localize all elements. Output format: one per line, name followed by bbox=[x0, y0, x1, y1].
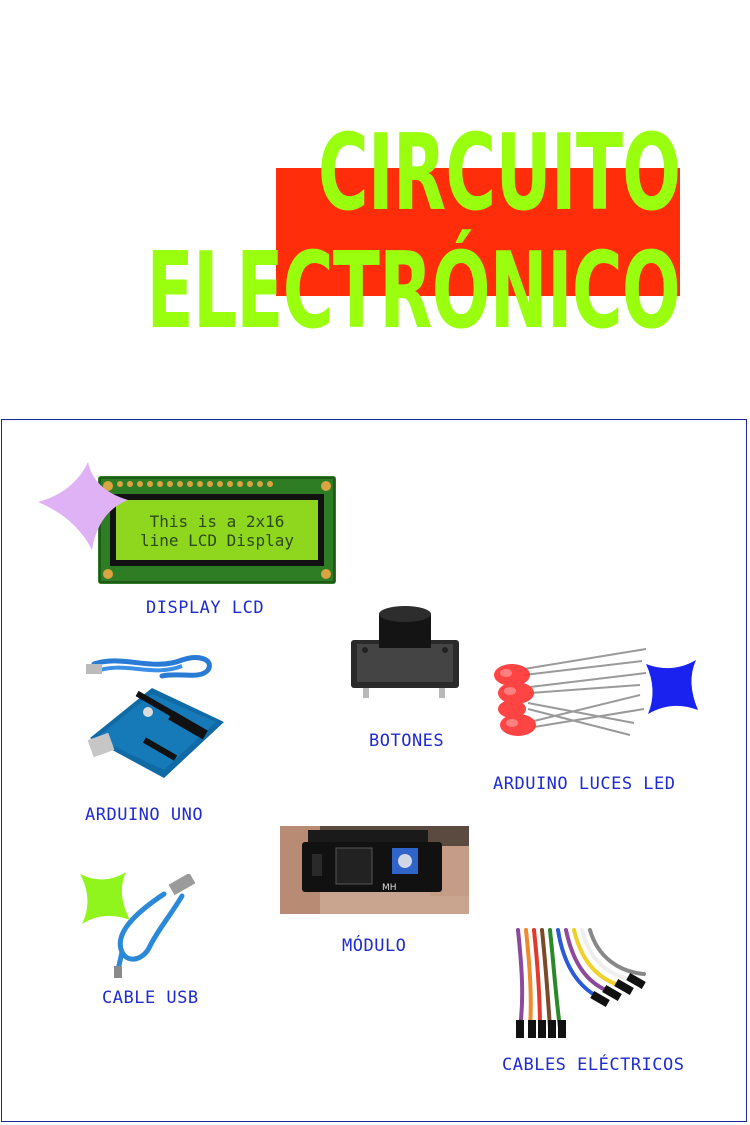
label-botones: BOTONES bbox=[369, 731, 445, 751]
arduino-uno-image bbox=[82, 650, 227, 782]
push-button-image bbox=[349, 606, 461, 702]
label-cables-electricos: CABLES ELÉCTRICOS bbox=[502, 1055, 685, 1075]
jumper-wires-image bbox=[510, 928, 650, 1040]
title-block: CIRCUITO ELECTRÓNICO bbox=[0, 0, 750, 400]
lcd-screen-line-2: line LCD Display bbox=[139, 531, 295, 550]
label-arduino-uno: ARDUINO UNO bbox=[85, 805, 204, 825]
label-display-lcd: DISPLAY LCD bbox=[146, 598, 265, 618]
label-modulo: MÓDULO bbox=[342, 936, 407, 956]
label-arduino-luces-led: ARDUINO LUCES LED bbox=[493, 774, 676, 794]
green-star-decoration bbox=[80, 872, 130, 924]
lilac-star-decoration bbox=[38, 462, 128, 550]
lcd-display-image: This is a 2x16 line LCD Display bbox=[98, 476, 336, 584]
blue-star-decoration bbox=[646, 660, 698, 714]
label-cable-usb: CABLE USB bbox=[102, 988, 199, 1008]
module-image: MH bbox=[280, 826, 469, 914]
led-lights-image bbox=[490, 643, 650, 745]
title-line-1: CIRCUITO bbox=[317, 111, 681, 235]
lcd-screen-line-1: This is a 2x16 bbox=[149, 512, 285, 531]
title-line-2: ELECTRÓNICO bbox=[146, 229, 681, 353]
module-chip-text: MH bbox=[382, 883, 397, 893]
